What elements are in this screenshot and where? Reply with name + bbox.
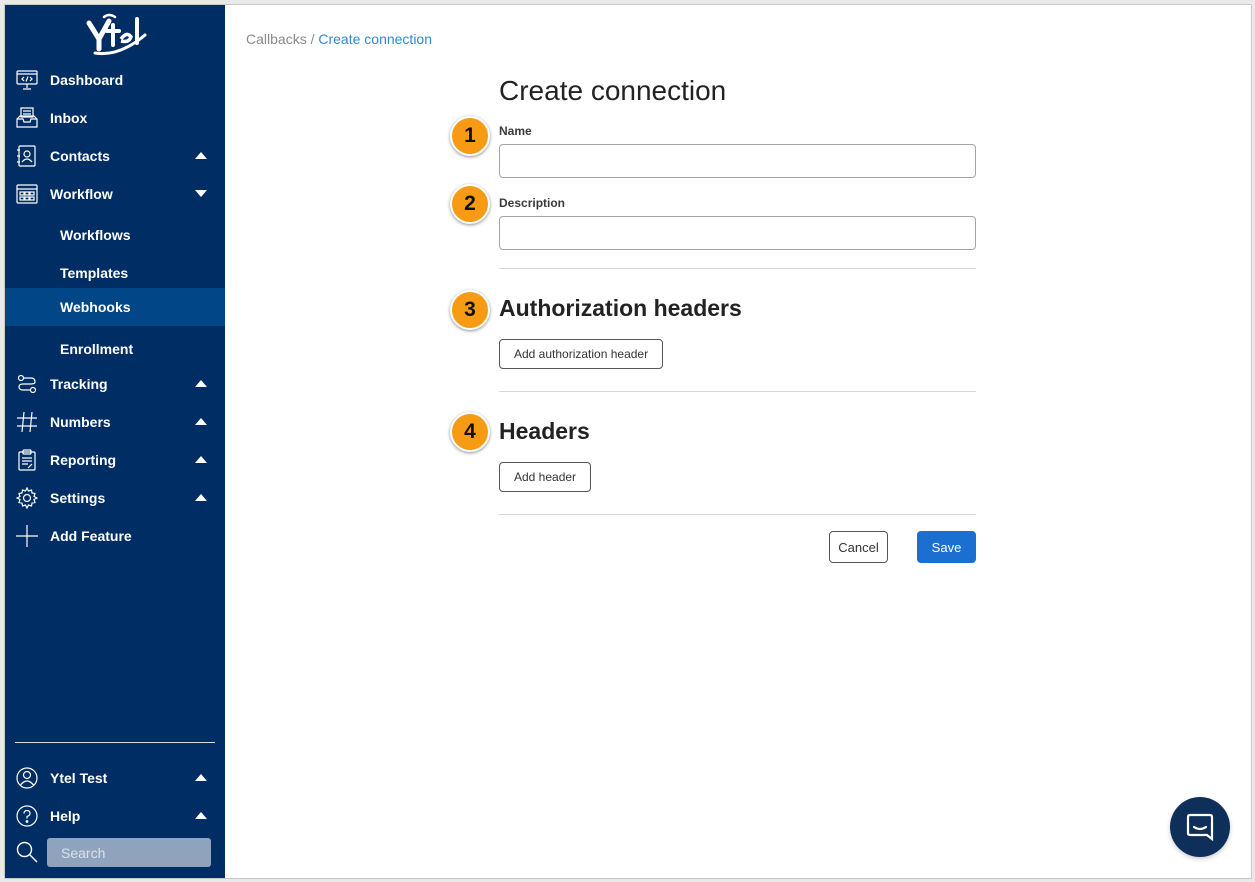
tracking-icon — [16, 373, 38, 395]
section-divider — [499, 514, 976, 515]
sidebar-item-contacts[interactable]: Contacts — [5, 137, 225, 175]
dashboard-icon — [16, 69, 38, 91]
sidebar-item-tracking[interactable]: Tracking — [5, 365, 225, 403]
sidebar-item-label: Ytel Test — [50, 770, 108, 786]
help-circle-icon — [16, 805, 38, 827]
name-label: Name — [499, 124, 532, 138]
auth-headers-title: Authorization headers — [499, 295, 742, 321]
chevron-up-icon[interactable] — [195, 418, 207, 425]
clipboard-icon — [16, 449, 38, 471]
name-field[interactable] — [499, 144, 976, 178]
chat-bubble-icon — [1186, 813, 1214, 842]
sidebar-item-label: Tracking — [50, 376, 108, 392]
sidebar-item-add-feature[interactable]: Add Feature — [5, 517, 225, 555]
breadcrumb-current[interactable]: Create connection — [318, 31, 432, 47]
main-content: Callbacks / Create connection Create con… — [225, 5, 1251, 878]
user-circle-icon — [16, 767, 38, 789]
sidebar-subitem-label: Enrollment — [60, 341, 134, 357]
headers-title: Headers — [499, 418, 590, 444]
chevron-up-icon[interactable] — [195, 456, 207, 463]
sidebar-item-settings[interactable]: Settings — [5, 479, 225, 517]
sidebar-item-label: Settings — [50, 490, 106, 506]
sidebar-subitem-workflows[interactable]: Workflows — [5, 216, 225, 254]
callout-badge-3: 3 — [450, 290, 490, 330]
cancel-button[interactable]: Cancel — [829, 531, 888, 563]
sidebar-item-label: Contacts — [50, 148, 110, 164]
chevron-up-icon[interactable] — [195, 774, 207, 781]
gear-icon — [15, 486, 39, 510]
sidebar-item-label: Inbox — [50, 110, 88, 126]
description-field[interactable] — [499, 216, 976, 250]
sidebar-divider — [15, 742, 215, 743]
sidebar: Dashboard Inbox Contacts Workflow Workfl… — [5, 5, 225, 878]
sidebar-item-help[interactable]: Help — [5, 797, 225, 835]
search-input[interactable] — [47, 838, 211, 867]
sidebar-item-numbers[interactable]: Numbers — [5, 403, 225, 441]
save-button[interactable]: Save — [917, 531, 976, 563]
callout-badge-2: 2 — [450, 184, 490, 224]
sidebar-subitem-webhooks[interactable]: Webhooks — [5, 288, 225, 326]
sidebar-item-label: Help — [50, 808, 81, 824]
breadcrumb: Callbacks / Create connection — [246, 31, 432, 47]
sidebar-subitem-label: Webhooks — [60, 299, 131, 315]
breadcrumb-parent[interactable]: Callbacks — [246, 31, 307, 47]
sidebar-item-label: Numbers — [50, 414, 111, 430]
search-icon[interactable] — [16, 841, 38, 863]
plus-icon — [16, 525, 38, 547]
sidebar-item-label: Dashboard — [50, 72, 124, 88]
page-title: Create connection — [499, 75, 727, 106]
hash-icon — [16, 411, 38, 433]
chat-launcher-button[interactable] — [1170, 797, 1230, 857]
chevron-up-icon[interactable] — [195, 152, 207, 159]
sidebar-item-user[interactable]: Ytel Test — [5, 759, 225, 797]
sidebar-item-label: Workflow — [50, 186, 113, 202]
chevron-up-icon[interactable] — [195, 812, 207, 819]
chevron-up-icon[interactable] — [195, 380, 207, 387]
chevron-down-icon[interactable] — [195, 190, 207, 197]
sidebar-subitem-label: Templates — [60, 265, 129, 281]
section-divider — [499, 391, 976, 392]
sidebar-item-inbox[interactable]: Inbox — [5, 99, 225, 137]
sidebar-item-dashboard[interactable]: Dashboard — [5, 61, 225, 99]
contacts-icon — [16, 145, 38, 167]
app-window: Dashboard Inbox Contacts Workflow Workfl… — [5, 5, 1251, 878]
add-authorization-header-button[interactable]: Add authorization header — [499, 339, 664, 369]
callout-badge-1: 1 — [450, 116, 490, 156]
workflow-icon — [16, 183, 38, 205]
sidebar-item-label: Reporting — [50, 452, 117, 468]
sidebar-subitem-enrollment[interactable]: Enrollment — [5, 330, 225, 368]
sidebar-subitem-label: Workflows — [60, 227, 131, 243]
sidebar-item-reporting[interactable]: Reporting — [5, 441, 225, 479]
section-divider — [499, 268, 976, 269]
inbox-icon — [16, 107, 38, 129]
ytel-logo[interactable] — [85, 13, 149, 57]
callout-badge-4: 4 — [450, 412, 490, 452]
sidebar-item-label: Add Feature — [50, 528, 132, 544]
sidebar-item-workflow[interactable]: Workflow — [5, 175, 225, 213]
sidebar-subitem-templates[interactable]: Templates — [5, 254, 225, 292]
breadcrumb-separator: / — [310, 31, 315, 47]
chevron-up-icon[interactable] — [195, 494, 207, 501]
sidebar-search — [5, 835, 225, 871]
description-label: Description — [499, 196, 566, 210]
add-header-button[interactable]: Add header — [499, 462, 592, 492]
